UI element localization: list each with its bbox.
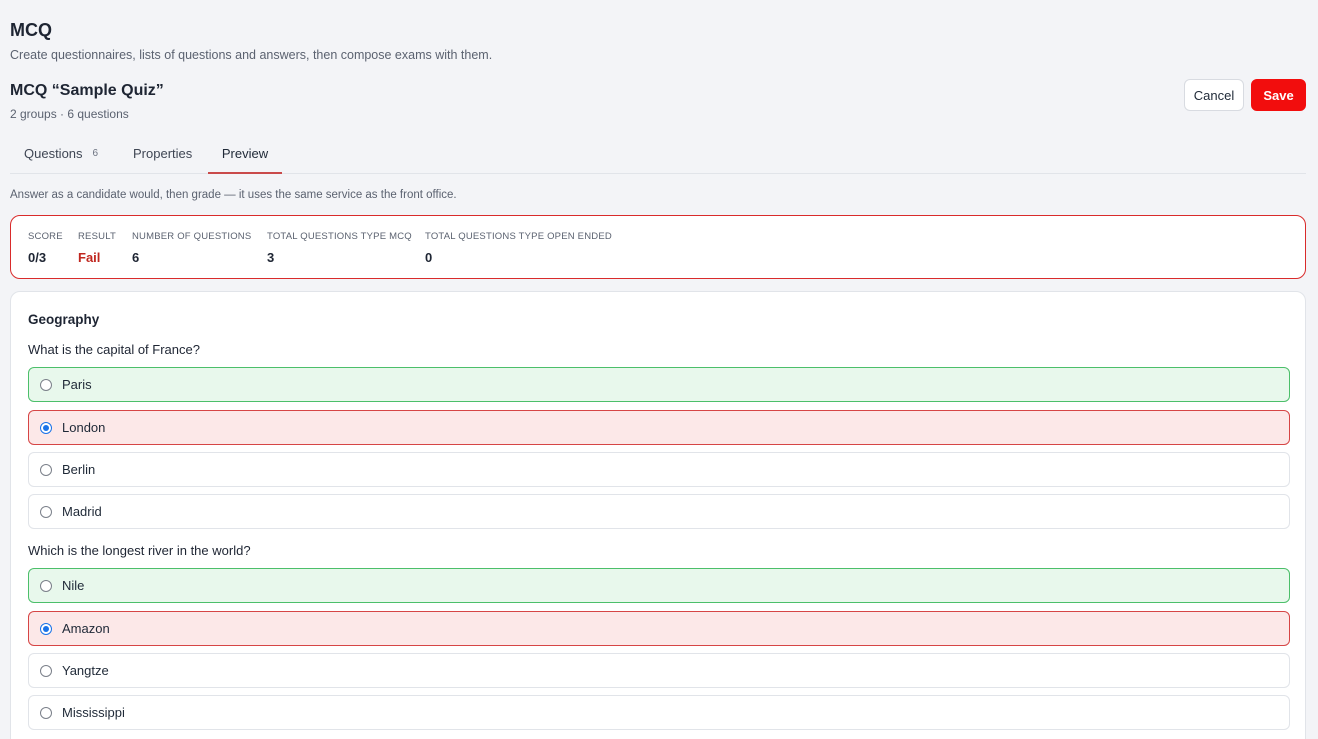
page-title: MCQ [10,20,52,40]
tab-properties[interactable]: Properties [133,138,192,174]
stat-value: Fail [78,250,101,265]
quiz-meta: 2 groups · 6 questions [10,107,129,121]
question-text: Which is the longest river in the world? [28,543,251,558]
radio-icon[interactable] [40,664,52,677]
question-text: What is the capital of France? [28,342,200,357]
stat-label: NUMBER OF QUESTIONS [132,231,252,242]
option-label: Nile [62,578,85,593]
radio-icon[interactable] [40,378,52,391]
answer-option[interactable]: Madrid [28,494,1290,529]
stat-score: SCORE 0/3 [28,231,63,265]
tab-bar: Questions 6 Properties Preview [10,138,1306,174]
answer-option[interactable]: Paris [28,367,1290,402]
option-label: London [62,420,106,435]
option-label: Yangtze [62,663,109,678]
page-subtitle: Create questionnaires, lists of question… [10,48,493,62]
stat-result: RESULT Fail [78,231,116,265]
answer-option[interactable]: Yangtze [28,653,1290,688]
option-label: Mississippi [62,705,125,720]
stat-total-mcq: TOTAL QUESTIONS TYPE MCQ 3 [267,231,412,265]
question-group-card: Geography What is the capital of France?… [10,291,1306,739]
stat-value: 3 [267,250,275,265]
answer-option[interactable]: Nile [28,568,1290,603]
stat-label: RESULT [78,231,116,242]
answer-option[interactable]: Amazon [28,611,1290,646]
question-block: What is the capital of France? Paris Lon… [28,342,1290,529]
stat-label: TOTAL QUESTIONS TYPE OPEN ENDED [425,231,612,242]
stat-number-of-questions: NUMBER OF QUESTIONS 6 [132,231,251,265]
tab-preview[interactable]: Preview [208,138,282,174]
radio-icon[interactable] [40,579,52,592]
answer-option[interactable]: Berlin [28,452,1290,487]
radio-checked-icon[interactable] [40,622,52,635]
stat-total-open-ended: TOTAL QUESTIONS TYPE OPEN ENDED 0 [425,231,612,265]
stat-label: TOTAL QUESTIONS TYPE MCQ [267,231,412,242]
score-summary-card: SCORE 0/3 RESULT Fail NUMBER OF QUESTION… [10,215,1306,279]
option-label: Madrid [62,504,102,519]
question-block: Which is the longest river in the world?… [28,543,1290,730]
tab-preview-label: Preview [221,146,269,161]
option-label: Berlin [62,462,96,477]
quiz-title: MCQ “Sample Quiz” [10,82,164,99]
preview-hint: Answer as a candidate would, then grade … [10,189,457,201]
radio-icon[interactable] [40,463,52,476]
option-label: Amazon [62,621,110,636]
tab-properties-label: Properties [133,146,193,161]
save-button[interactable]: Save [1251,79,1306,111]
tab-questions[interactable]: Questions 6 [24,138,98,174]
answer-option[interactable]: Mississippi [28,695,1290,730]
stat-value: 0 [425,250,433,265]
radio-icon[interactable] [40,505,52,518]
tab-questions-label: Questions [24,146,83,161]
stat-value: 0/3 [28,250,47,265]
answer-option[interactable]: London [28,410,1290,445]
stat-value: 6 [132,250,140,265]
tab-questions-count: 6 [92,148,99,159]
group-title: Geography [28,312,100,327]
cancel-button[interactable]: Cancel [1184,79,1244,111]
option-label: Paris [62,377,92,392]
radio-checked-icon[interactable] [40,421,52,434]
stat-label: SCORE [28,231,63,242]
radio-icon[interactable] [40,706,52,719]
